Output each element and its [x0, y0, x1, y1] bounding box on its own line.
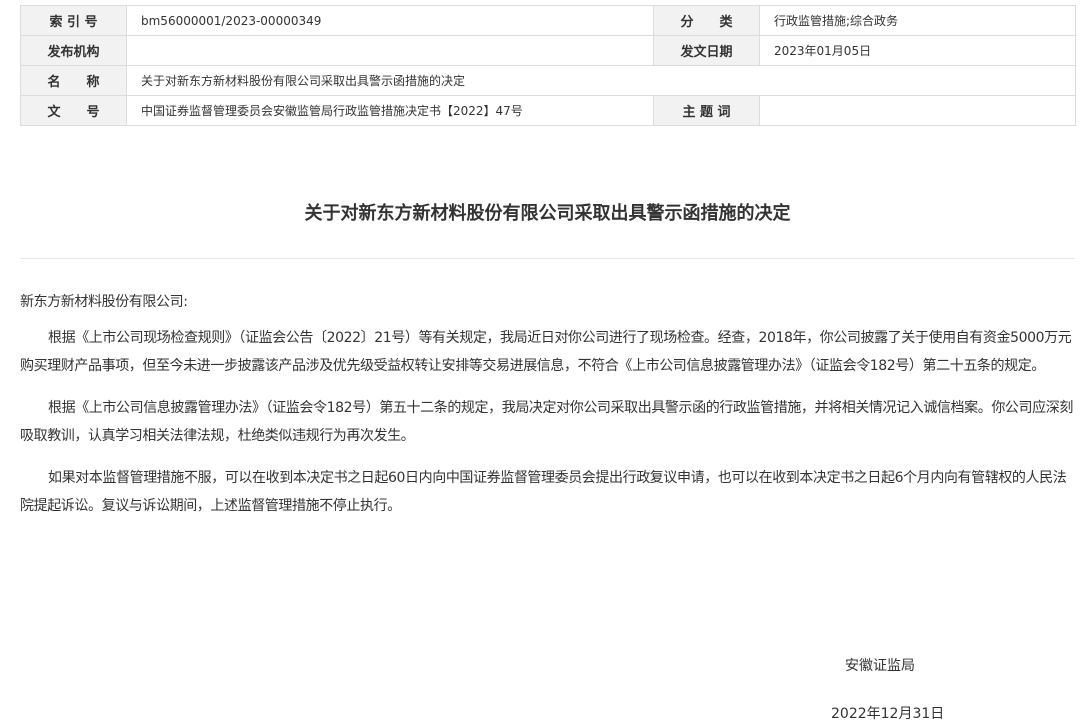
issue-date-label: 发文日期 [653, 35, 760, 66]
name-value: 关于对新东方新材料股份有限公司采取出具警示函措施的决定 [126, 65, 1076, 96]
issuing-authority: 安徽证监局 [845, 658, 915, 674]
index-number-label: 索 引 号 [20, 5, 127, 36]
body-paragraph: 根据《上市公司现场检查规则》（证监会公告〔2022〕21号）等有关规定，我局近日… [20, 330, 1072, 374]
document-number-label: 文 号 [20, 95, 127, 126]
category-value: 行政监管措施;综合政务 [759, 5, 1076, 36]
publisher-label: 发布机构 [20, 35, 127, 66]
name-label: 名 称 [20, 65, 127, 96]
body-paragraph: 如果对本监督管理措施不服，可以在收到本决定书之日起60日内向中国证券监督管理委员… [20, 470, 1067, 514]
salutation: 新东方新材料股份有限公司: [20, 294, 188, 310]
category-label: 分 类 [653, 5, 760, 36]
subject-words-value [759, 95, 1076, 126]
document-page: 索 引 号 bm56000001/2023-00000349 分 类 行政监管措… [0, 0, 1080, 728]
signature-date: 2022年12月31日 [831, 706, 945, 722]
document-number-value: 中国证券监督管理委员会安徽监管局行政监管措施决定书【2022】47号 [126, 95, 654, 126]
table-row: 索 引 号 bm56000001/2023-00000349 分 类 行政监管措… [20, 5, 1076, 36]
index-number-value: bm56000001/2023-00000349 [126, 5, 654, 36]
document-body: 新东方新材料股份有限公司: 根据《上市公司现场检查规则》（证监会公告〔2022〕… [20, 288, 1078, 534]
table-row: 文 号 中国证券监督管理委员会安徽监管局行政监管措施决定书【2022】47号 主… [20, 95, 1076, 126]
table-row: 发布机构 发文日期 2023年01月05日 [20, 35, 1076, 66]
publisher-value [126, 35, 654, 66]
table-row: 名 称 关于对新东方新材料股份有限公司采取出具警示函措施的决定 [20, 65, 1076, 96]
body-paragraph: 根据《上市公司信息披露管理办法》（证监会令182号）第五十二条的规定，我局决定对… [20, 400, 1073, 444]
subject-words-label: 主 题 词 [653, 95, 760, 126]
document-title: 关于对新东方新材料股份有限公司采取出具警示函措施的决定 [304, 203, 791, 224]
issue-date-value: 2023年01月05日 [759, 35, 1076, 66]
metadata-table: 索 引 号 bm56000001/2023-00000349 分 类 行政监管措… [20, 5, 1076, 126]
title-divider [20, 258, 1075, 259]
